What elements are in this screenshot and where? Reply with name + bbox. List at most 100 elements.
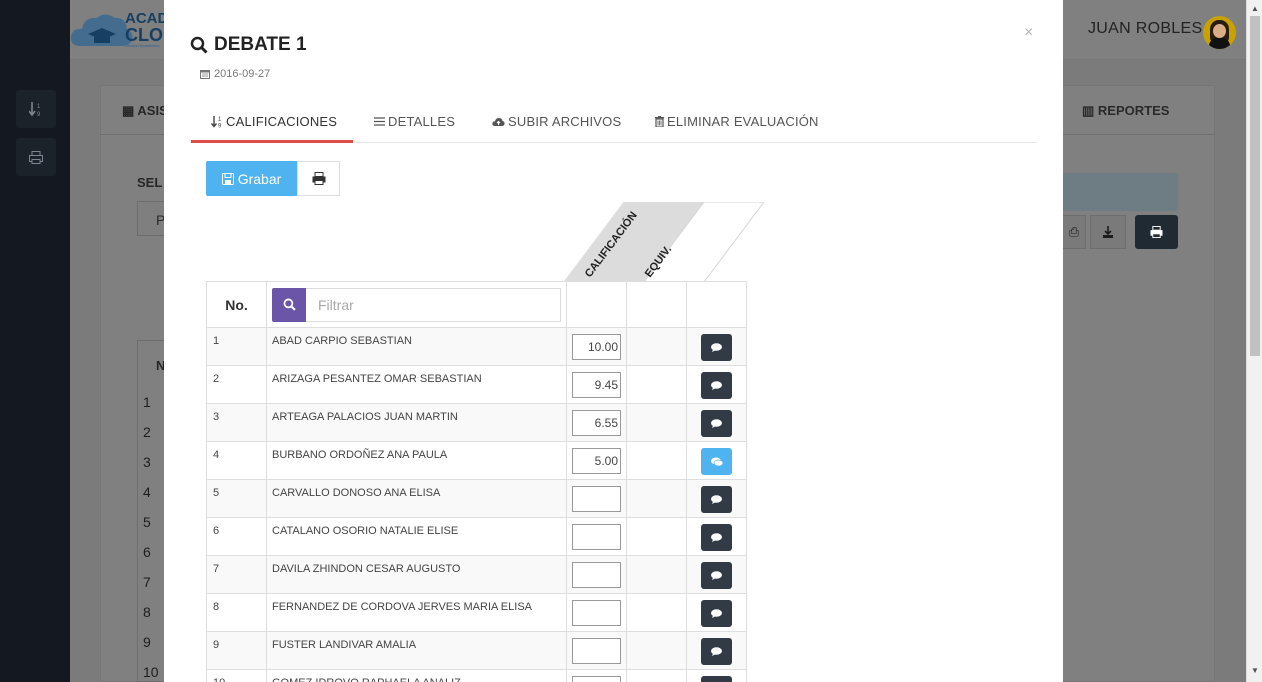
- grade-input[interactable]: [572, 524, 621, 550]
- table-row: 7 DAVILA ZHINDON CESAR AUGUSTO: [206, 555, 747, 594]
- avatar[interactable]: [1203, 16, 1236, 49]
- sort-tool-button[interactable]: 19: [16, 90, 56, 128]
- action-cell: [686, 517, 747, 556]
- modal-tabs: 19 CALIFICACIONES DETALLES SUBIR ARCHIVO…: [190, 100, 1037, 143]
- cloud-upload-icon: [492, 117, 505, 126]
- floppy-disk-icon: [221, 172, 234, 185]
- tab-asistencia[interactable]: ▦ ASIS: [122, 103, 168, 119]
- equiv-cell: [626, 517, 687, 556]
- svg-text:9: 9: [37, 112, 41, 117]
- student-number: 9: [206, 631, 267, 670]
- tab-label: CALIFICACIONES: [226, 114, 338, 129]
- student-name: FERNANDEZ DE CORDOVA JERVES MARIA ELISA: [266, 593, 567, 632]
- modal-title: DEBATE 1: [190, 34, 307, 56]
- comment-button[interactable]: [701, 676, 732, 682]
- user-name[interactable]: JUAN ROBLES: [1088, 20, 1202, 38]
- table-body: 1ABAD CARPIO SEBASTIAN2ARIZAGA PESANTEZ …: [206, 327, 747, 682]
- student-name: FUSTER LANDIVAR AMALIA: [266, 631, 567, 670]
- table-row: 10GOMEZ IDROVO RAPHAELA ANALIZ: [206, 669, 747, 682]
- action-cell: [686, 555, 747, 594]
- calendar-icon: [200, 70, 210, 79]
- page-scrollbar[interactable]: ▲ ▼: [1246, 0, 1262, 682]
- filter-input[interactable]: [306, 287, 561, 322]
- bg-row-number: 8: [143, 604, 151, 620]
- bg-row-number: 4: [143, 484, 151, 500]
- tab-detalles[interactable]: DETALLES: [374, 100, 455, 143]
- student-number: 5: [206, 479, 267, 518]
- comment-button[interactable]: [701, 410, 732, 437]
- svg-text:9: 9: [218, 124, 222, 129]
- bg-row-number: 9: [143, 634, 151, 650]
- filter-cell: [266, 281, 567, 328]
- table-row: 9 FUSTER LANDIVAR AMALIA: [206, 631, 747, 670]
- comment-button[interactable]: [701, 562, 732, 589]
- student-number: 4: [206, 441, 267, 480]
- student-number: 6: [206, 517, 267, 556]
- tab-label: ELIMINAR EVALUACIÓN: [667, 114, 819, 129]
- bg-row-number: 7: [143, 574, 151, 590]
- action-cell: [686, 365, 747, 404]
- scroll-up-arrow-icon[interactable]: ▲: [1251, 4, 1259, 13]
- close-button[interactable]: ×: [1024, 24, 1033, 42]
- select-label: SEL: [137, 175, 163, 190]
- grade-header-cell: [566, 281, 627, 328]
- print-button[interactable]: [297, 161, 340, 196]
- grade-input[interactable]: [572, 562, 621, 588]
- bar-chart-icon: ▥: [1082, 103, 1098, 118]
- student-name: BURBANO ORDOÑEZ ANA PAULA: [266, 441, 567, 480]
- grades-table: No. 1ABAD CARPIO SEBASTIAN2ARIZAGA PESAN…: [206, 281, 747, 682]
- grade-input[interactable]: [572, 638, 621, 664]
- comment-button[interactable]: [701, 448, 732, 475]
- filter-search-button[interactable]: [272, 287, 306, 322]
- grade-input[interactable]: [572, 448, 621, 474]
- student-number: 8: [206, 593, 267, 632]
- grade-input[interactable]: [572, 334, 621, 360]
- download-button[interactable]: [1090, 215, 1126, 249]
- tab-reportes[interactable]: ▥ REPORTES: [1082, 103, 1169, 119]
- comment-icon: [711, 495, 722, 504]
- comment-button[interactable]: [701, 486, 732, 513]
- student-number: 10: [206, 669, 267, 682]
- comment-icon: [711, 343, 722, 352]
- grade-input[interactable]: [572, 486, 621, 512]
- grade-cell: [566, 403, 627, 442]
- grade-cell: [566, 555, 627, 594]
- print-icon: ⎙: [1068, 224, 1080, 239]
- save-button[interactable]: Grabar: [206, 161, 297, 196]
- student-number: 1: [206, 327, 267, 366]
- tab-label: SUBIR ARCHIVOS: [508, 114, 622, 129]
- comment-button[interactable]: [701, 524, 732, 551]
- comment-button[interactable]: [701, 372, 732, 399]
- grade-input[interactable]: [572, 410, 621, 436]
- tab-calificaciones[interactable]: 19 CALIFICACIONES: [211, 100, 337, 143]
- bg-row-number: 5: [143, 514, 151, 530]
- action-header-cell: [686, 281, 747, 328]
- grade-input[interactable]: [572, 600, 621, 626]
- print-tool-button[interactable]: [16, 138, 56, 176]
- table-row: 3 ARTEAGA PALACIOS JUAN MARTIN: [206, 403, 747, 442]
- tab-subir-archivos[interactable]: SUBIR ARCHIVOS: [492, 100, 621, 143]
- grade-input[interactable]: [572, 676, 621, 682]
- action-cell: [686, 593, 747, 632]
- sort-icon: 19: [29, 102, 41, 117]
- grade-input[interactable]: [572, 372, 621, 398]
- active-tab-indicator: [191, 140, 353, 143]
- bg-print-button[interactable]: ⎙: [1062, 215, 1086, 249]
- table-row: 8 FERNANDEZ DE CORDOVA JERVES MARIA ELISA: [206, 593, 747, 632]
- search-icon: [190, 36, 208, 54]
- modal-date: 2016-09-27: [200, 68, 270, 80]
- tab-eliminar-evaluacion[interactable]: ELIMINAR EVALUACIÓN: [655, 100, 819, 143]
- scroll-down-arrow-icon[interactable]: ▼: [1251, 666, 1259, 675]
- equiv-cell: [626, 365, 687, 404]
- scroll-thumb[interactable]: [1250, 16, 1260, 356]
- comment-button[interactable]: [701, 638, 732, 665]
- grade-cell: [566, 365, 627, 404]
- comment-button[interactable]: [701, 334, 732, 361]
- equiv-cell: [626, 669, 687, 682]
- comment-button[interactable]: [701, 600, 732, 627]
- equiv-cell: [626, 631, 687, 670]
- column-header-no: No.: [206, 281, 267, 328]
- sidebar: 19: [0, 0, 70, 682]
- print-dark-button[interactable]: [1135, 215, 1178, 249]
- action-cell: [686, 631, 747, 670]
